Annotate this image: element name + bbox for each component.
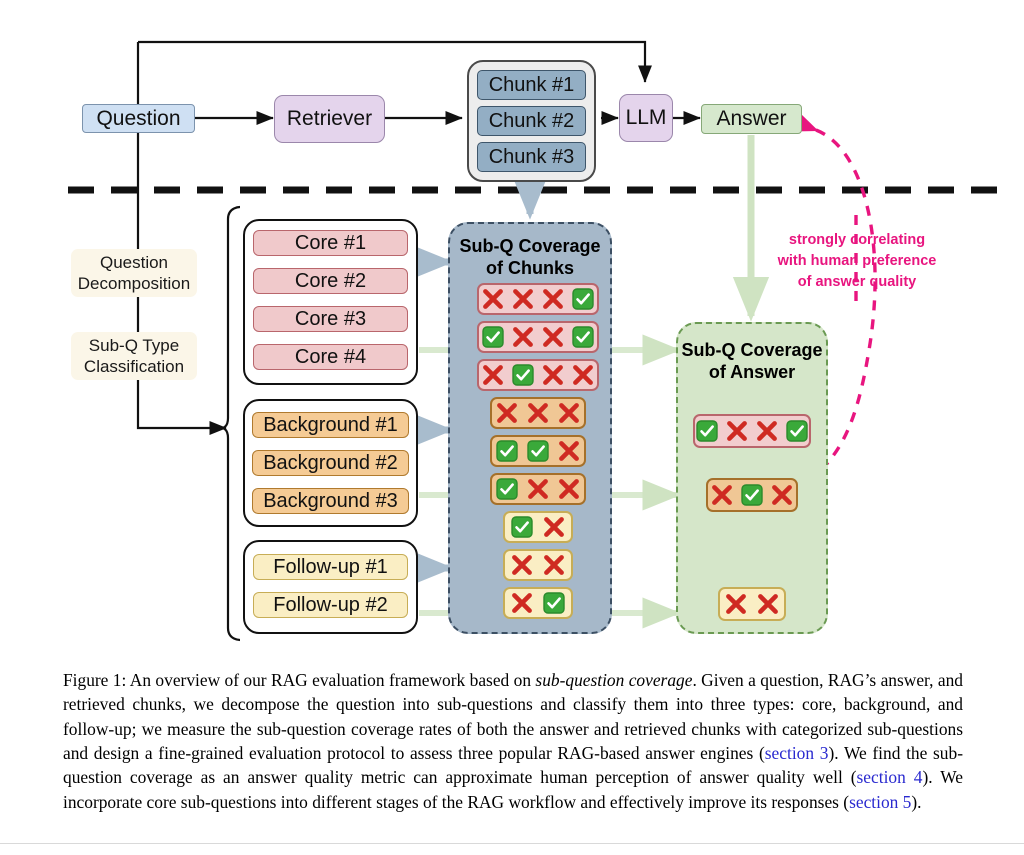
cross-icon: [723, 591, 749, 617]
subq-background-1[interactable]: Background #1: [252, 412, 409, 438]
panel-chunks-title: Sub-Q Coverage of Chunks: [450, 236, 610, 280]
retriever-box[interactable]: Retriever: [274, 95, 385, 143]
answer-coverage-row-2: [706, 478, 798, 512]
cross-icon: [541, 286, 565, 312]
stage-subq-type-classification: Sub-Q Type Classification: [71, 332, 197, 380]
chunks-coverage-row-8: [503, 549, 573, 581]
cross-icon: [710, 482, 734, 508]
cross-icon: [526, 400, 551, 426]
subq-core-3[interactable]: Core #3: [253, 306, 408, 332]
cross-icon: [526, 476, 551, 502]
cross-icon: [755, 591, 781, 617]
cross-icon: [571, 362, 595, 388]
check-icon: [695, 418, 719, 444]
check-icon: [571, 286, 595, 312]
check-icon: [740, 482, 764, 508]
answer-coverage-row-3: [718, 587, 786, 621]
panel-chunks-title-line2: of Chunks: [486, 257, 574, 278]
panel-answer-title: Sub-Q Coverage of Answer: [678, 340, 826, 384]
cross-icon: [755, 418, 779, 444]
chunks-coverage-row-4: [490, 397, 586, 429]
cross-icon: [511, 324, 535, 350]
cross-icon: [556, 400, 581, 426]
check-icon: [511, 362, 535, 388]
annotation-line-1: strongly correlating: [788, 232, 926, 248]
panel-chunks-title-line1: Sub-Q Coverage: [459, 236, 601, 256]
cross-icon: [541, 362, 565, 388]
subq-background-2[interactable]: Background #2: [252, 450, 409, 476]
answer-coverage-row-1: [693, 414, 811, 448]
caption-link-section-4[interactable]: section 4: [857, 767, 923, 787]
cross-icon: [509, 590, 535, 616]
check-icon: [495, 438, 520, 464]
stage-question-decomposition: Question Decomposition: [71, 249, 197, 297]
chunks-coverage-row-2: [477, 321, 599, 353]
cross-icon: [495, 400, 520, 426]
check-icon: [571, 324, 595, 350]
cross-icon: [481, 286, 505, 312]
chunk-item-1[interactable]: Chunk #1: [477, 70, 586, 100]
group-brace: [221, 205, 241, 642]
annotation-line-2: with human preference: [777, 253, 937, 270]
chunks-coverage-row-7: [503, 511, 573, 543]
subq-core-2[interactable]: Core #2: [253, 268, 408, 294]
check-icon: [495, 476, 520, 502]
caption-link-section-3[interactable]: section 3: [765, 743, 829, 763]
subq-background-3[interactable]: Background #3: [252, 488, 409, 514]
caption-italic-term: sub-question coverage: [535, 670, 693, 690]
cross-icon: [770, 482, 794, 508]
panel-answer-title-line2: of Answer: [708, 361, 796, 382]
chunk-item-3[interactable]: Chunk #3: [477, 142, 586, 172]
chunks-coverage-row-5: [490, 435, 586, 467]
cross-icon: [541, 552, 567, 578]
chunks-coverage-row-6: [490, 473, 586, 505]
caption-part-1: An overview of our RAG evaluation framew…: [126, 670, 536, 690]
annotation-line-3: of answer quality: [797, 274, 917, 291]
llm-box[interactable]: LLM: [619, 94, 673, 142]
cross-icon: [541, 514, 567, 540]
cross-icon: [541, 324, 565, 350]
cross-icon: [481, 362, 505, 388]
panel-answer-title-line1: Sub-Q Coverage: [681, 340, 823, 360]
chunk-item-2[interactable]: Chunk #2: [477, 106, 586, 136]
chunks-coverage-row-9: [503, 587, 573, 619]
caption-link-section-5[interactable]: section 5: [849, 792, 911, 812]
check-icon: [481, 324, 505, 350]
cross-icon: [556, 438, 581, 464]
subq-followup-2[interactable]: Follow-up #2: [253, 592, 408, 618]
subq-core-1[interactable]: Core #1: [253, 230, 408, 256]
check-icon: [526, 438, 551, 464]
correlation-annotation: strongly correlating with human preferen…: [766, 230, 948, 293]
subq-core-4[interactable]: Core #4: [253, 344, 408, 370]
check-icon: [785, 418, 809, 444]
cross-icon: [509, 552, 535, 578]
chunks-coverage-row-3: [477, 359, 599, 391]
cross-icon: [511, 286, 535, 312]
check-icon: [541, 590, 567, 616]
cross-icon: [725, 418, 749, 444]
caption-label: Figure 1:: [63, 670, 127, 690]
page-bottom-rule: [0, 843, 1024, 844]
figure-page: Question Retriever Chunk #1 Chunk #2 Chu…: [0, 0, 1024, 855]
cross-icon: [556, 476, 581, 502]
subq-followup-1[interactable]: Follow-up #1: [253, 554, 408, 580]
chunks-coverage-row-1: [477, 283, 599, 315]
caption-part-5: ).: [911, 791, 922, 812]
question-box[interactable]: Question: [82, 104, 195, 133]
answer-box[interactable]: Answer: [701, 104, 802, 134]
check-icon: [509, 514, 535, 540]
figure-caption: Figure 1: An overview of our RAG evaluat…: [63, 668, 963, 814]
